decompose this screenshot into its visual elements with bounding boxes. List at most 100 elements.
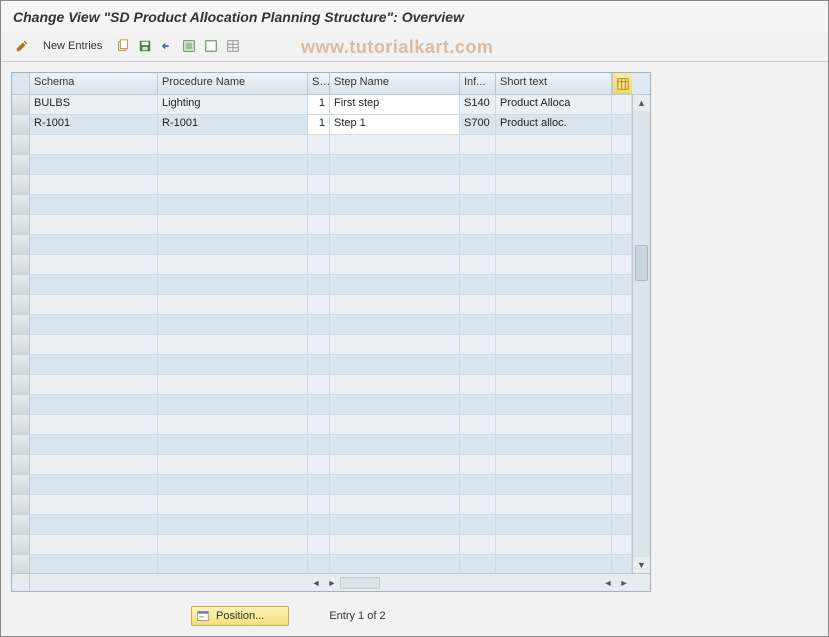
cell (158, 375, 308, 395)
cell (158, 435, 308, 455)
col-short-text[interactable]: Short text (496, 73, 612, 94)
cell (30, 375, 158, 395)
cell (308, 415, 330, 435)
cell (308, 455, 330, 475)
cell (158, 335, 308, 355)
row-selector[interactable] (12, 295, 30, 315)
cell[interactable]: First step (330, 95, 460, 115)
cell[interactable]: S700 (460, 115, 496, 135)
col-s[interactable]: S.. (308, 73, 330, 94)
cell (330, 375, 460, 395)
table-row (12, 315, 650, 335)
hscroll2-right-icon[interactable]: ► (616, 575, 632, 591)
row-selector[interactable] (12, 155, 30, 175)
cell (30, 215, 158, 235)
row-selector[interactable] (12, 555, 30, 573)
cell (30, 475, 158, 495)
copy-icon[interactable] (114, 37, 132, 55)
vertical-scrollbar[interactable]: ▲ ▼ (632, 95, 650, 573)
cell[interactable]: Lighting (158, 95, 308, 115)
row-selector[interactable] (12, 135, 30, 155)
select-all-icon[interactable] (180, 37, 198, 55)
cell (158, 255, 308, 275)
row-selector[interactable] (12, 475, 30, 495)
position-button[interactable]: Position... (191, 606, 289, 626)
scroll-track[interactable] (633, 111, 650, 557)
col-inf[interactable]: Inf... (460, 73, 496, 94)
col-step-name[interactable]: Step Name (330, 73, 460, 94)
column-config-icon[interactable] (612, 73, 632, 94)
col-procedure-name[interactable]: Procedure Name (158, 73, 308, 94)
cell (330, 315, 460, 335)
hscroll-left-icon[interactable]: ◄ (308, 575, 324, 591)
cell (460, 375, 496, 395)
row-selector[interactable] (12, 275, 30, 295)
cell (460, 235, 496, 255)
row-selector[interactable] (12, 315, 30, 335)
row-selector[interactable] (12, 455, 30, 475)
row-selector[interactable] (12, 375, 30, 395)
row-selector[interactable] (12, 495, 30, 515)
row-selector[interactable] (12, 435, 30, 455)
undo-icon[interactable] (158, 37, 176, 55)
cell (612, 315, 632, 335)
row-selector[interactable] (12, 175, 30, 195)
cell (30, 395, 158, 415)
cell[interactable] (612, 95, 632, 115)
cell (460, 295, 496, 315)
cell[interactable] (612, 115, 632, 135)
cell (30, 315, 158, 335)
row-selector[interactable] (12, 235, 30, 255)
row-selector[interactable] (12, 95, 30, 115)
row-selector[interactable] (12, 195, 30, 215)
cell (308, 355, 330, 375)
table-row: R-1001R-10011Step 1S700Product alloc. (12, 115, 650, 135)
hscroll-track[interactable] (340, 577, 380, 589)
table-row (12, 335, 650, 355)
row-selector[interactable] (12, 415, 30, 435)
cell (30, 195, 158, 215)
hscroll-right-icon[interactable]: ► (324, 575, 340, 591)
cell (612, 135, 632, 155)
cell (158, 155, 308, 175)
scroll-up-icon[interactable]: ▲ (634, 95, 650, 111)
col-schema[interactable]: Schema (30, 73, 158, 94)
row-selector[interactable] (12, 215, 30, 235)
cell[interactable]: 1 (308, 95, 330, 115)
row-selector[interactable] (12, 355, 30, 375)
cell (330, 555, 460, 573)
cell[interactable]: 1 (308, 115, 330, 135)
cell[interactable]: Step 1 (330, 115, 460, 135)
row-selector[interactable] (12, 515, 30, 535)
cell (612, 455, 632, 475)
save-icon[interactable] (136, 37, 154, 55)
scroll-thumb[interactable] (635, 245, 648, 281)
row-selector[interactable] (12, 395, 30, 415)
cell[interactable]: R-1001 (30, 115, 158, 135)
table-row (12, 555, 650, 573)
deselect-all-icon[interactable] (202, 37, 220, 55)
scroll-down-icon[interactable]: ▼ (634, 557, 650, 573)
row-selector[interactable] (12, 335, 30, 355)
cell (496, 255, 612, 275)
cell (30, 175, 158, 195)
cell[interactable]: Product alloc. (496, 115, 612, 135)
new-entries-button[interactable]: New Entries (35, 38, 110, 54)
cell[interactable]: Product Alloca (496, 95, 612, 115)
cell[interactable]: R-1001 (158, 115, 308, 135)
row-selector[interactable] (12, 535, 30, 555)
change-icon[interactable] (13, 37, 31, 55)
cell (330, 495, 460, 515)
cell (460, 155, 496, 175)
table-settings-icon[interactable] (224, 37, 242, 55)
row-selector[interactable] (12, 115, 30, 135)
cell (308, 155, 330, 175)
row-selector-header[interactable] (12, 73, 30, 94)
cell (308, 335, 330, 355)
hscroll2-left-icon[interactable]: ◄ (600, 575, 616, 591)
cell (158, 475, 308, 495)
row-selector[interactable] (12, 255, 30, 275)
table-row (12, 155, 650, 175)
cell[interactable]: S140 (460, 95, 496, 115)
cell[interactable]: BULBS (30, 95, 158, 115)
